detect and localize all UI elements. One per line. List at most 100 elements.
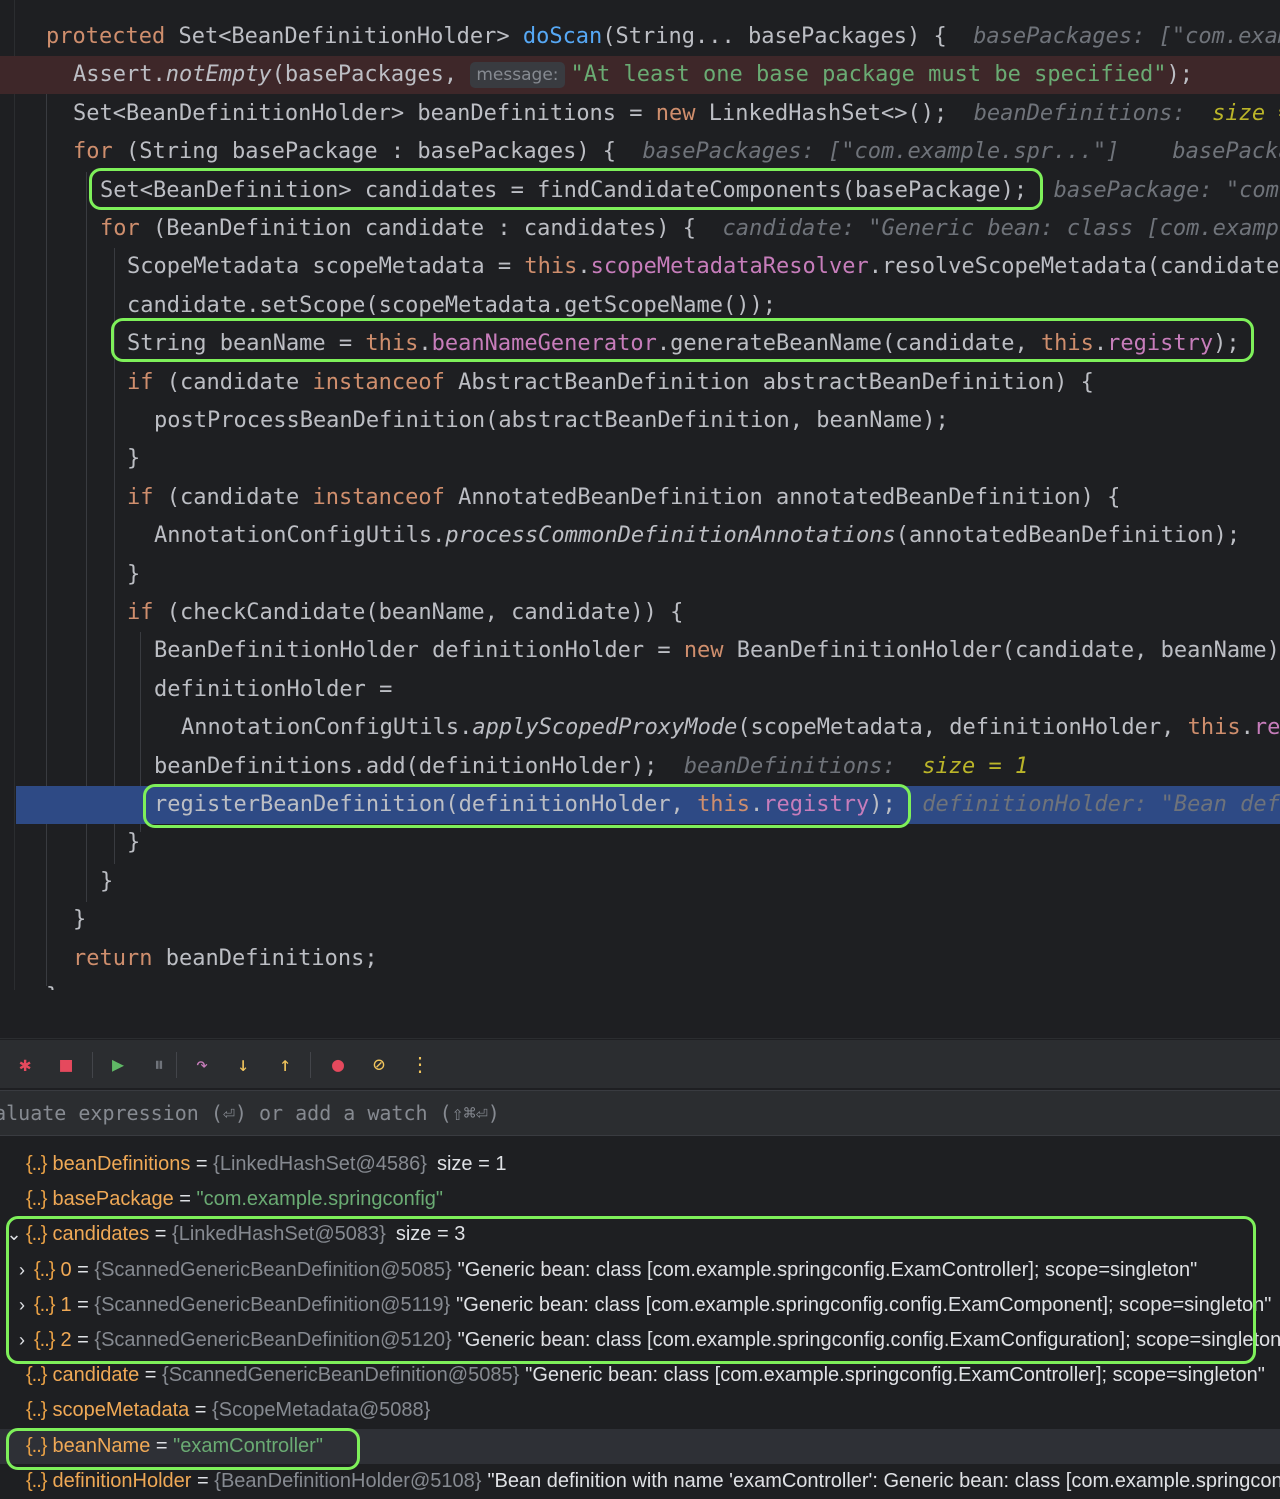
expand-arrow-icon[interactable]: ⌄ xyxy=(2,1217,26,1252)
code-line[interactable]: } xyxy=(0,901,1280,939)
equals-sign: = xyxy=(190,1153,214,1175)
code-line[interactable]: } xyxy=(0,824,1280,862)
code-token: . xyxy=(750,792,764,817)
code-token: ); xyxy=(1213,331,1240,357)
code-line[interactable]: Set<BeanDefinitionHolder> beanDefinition… xyxy=(0,95,1280,133)
inline-debug-value: beanDefinitions: xyxy=(683,753,923,779)
code-line[interactable]: } xyxy=(0,440,1280,478)
code-line[interactable]: BeanDefinitionHolder definitionHolder = … xyxy=(0,632,1280,670)
variable-row[interactable]: › {..} 2 = {ScannedGenericBeanDefinition@5… xyxy=(0,1323,1280,1358)
step-out-icon[interactable]: ↑ xyxy=(270,1049,300,1079)
code-token: } xyxy=(100,868,114,894)
code-token: String beanName = xyxy=(127,331,366,357)
variable-reference: {ScannedGenericBeanDefinition@5119} xyxy=(94,1293,451,1316)
stop-icon[interactable]: ■ xyxy=(51,1049,81,1079)
code-token: Set<BeanDefinitionHolder> xyxy=(178,24,523,49)
field-icon: {..} xyxy=(34,1293,56,1316)
resume-icon[interactable]: ▶ xyxy=(103,1049,133,1079)
evaluate-expression-input[interactable] xyxy=(0,1091,1280,1135)
debug-bug-icon[interactable]: ✱ xyxy=(10,1049,40,1079)
code-line[interactable]: Set<BeanDefinition> candidates = findCan… xyxy=(0,172,1280,210)
code-token: (BeanDefinition candidate : candidates) … xyxy=(152,216,723,241)
variable-size: size = 1 xyxy=(436,1153,507,1175)
equals-sign: = xyxy=(149,1223,173,1246)
variable-name: basePackage xyxy=(52,1188,174,1211)
code-line[interactable]: registerBeanDefinition(definitionHolder,… xyxy=(16,786,1280,824)
variable-row[interactable]: › {..} 1 = {ScannedGenericBeanDefinition@5… xyxy=(0,1288,1280,1323)
code-token: AnnotatedBeanDefinition annotatedBeanDef… xyxy=(458,484,1121,510)
code-line[interactable]: AnnotationConfigUtils.applyScopedProxyMo… xyxy=(0,709,1280,747)
equals-sign: = xyxy=(189,1399,213,1422)
equals-sign: = xyxy=(150,1434,174,1457)
code-line[interactable]: } xyxy=(0,556,1280,594)
mute-breakpoints-icon[interactable]: ⊘ xyxy=(364,1049,394,1079)
code-line[interactable]: protected Set<BeanDefinitionHolder> doSc… xyxy=(0,18,1280,56)
field-icon: {..} xyxy=(26,1223,48,1246)
code-line[interactable]: } xyxy=(0,978,1280,990)
variable-row[interactable]: {..} beanName = "examController" xyxy=(0,1428,1280,1464)
variable-row[interactable]: › {..} 0 = {ScannedGenericBeanDefinition@5… xyxy=(0,1253,1280,1288)
code-line[interactable]: } xyxy=(0,863,1280,901)
code-token: if xyxy=(127,600,167,625)
field-icon: {..} xyxy=(34,1329,56,1351)
code-line[interactable]: Assert.notEmpty(basePackages, message: "A… xyxy=(0,56,1280,95)
expand-arrow-icon[interactable]: › xyxy=(10,1323,34,1358)
code-token: ); xyxy=(869,792,923,817)
code-line[interactable]: if (candidate instanceof AnnotatedBeanDe… xyxy=(0,479,1280,517)
variable-row[interactable]: ⌄ {..} candidates = {LinkedHashSet@5083} si… xyxy=(0,1217,1280,1252)
code-line[interactable]: return beanDefinitions; xyxy=(0,940,1280,978)
code-token: processCommonDefinitionAnnotations xyxy=(445,523,896,549)
code-token: (checkCandidate(beanName, candidate)) { xyxy=(166,600,684,625)
toolbar-separator xyxy=(92,1052,93,1078)
variable-row[interactable]: {..} candidate = {ScannedGenericBeanDefin… xyxy=(0,1358,1280,1393)
code-line[interactable]: if (checkCandidate(beanName, candidate))… xyxy=(0,594,1280,632)
variable-reference: {BeanDefinitionHolder@5108} xyxy=(214,1469,482,1492)
code-token: Assert. xyxy=(73,62,166,88)
code-line[interactable]: candidate.setScope(scopeMetadata.getScop… xyxy=(0,287,1280,325)
variable-value: "com.example.springconfig" xyxy=(196,1188,444,1211)
code-line[interactable]: AnnotationConfigUtils.processCommonDefin… xyxy=(0,517,1280,555)
code-token: this xyxy=(697,792,751,817)
inline-debug-value: candidate: "Generic bean: class [com.exa… xyxy=(722,216,1280,241)
expand-arrow-icon[interactable]: › xyxy=(10,1253,34,1288)
code-line[interactable]: definitionHolder = xyxy=(0,671,1280,709)
view-breakpoints-icon[interactable]: ● xyxy=(323,1049,353,1079)
step-into-icon[interactable]: ↓ xyxy=(228,1049,258,1079)
code-token: Set<BeanDefinitionHolder> beanDefinition… xyxy=(73,100,656,126)
variable-value: "Generic bean: class [com.example.spring… xyxy=(457,1258,1198,1281)
code-token: } xyxy=(73,907,87,933)
equals-sign: = xyxy=(139,1364,163,1387)
code-token: this xyxy=(1187,715,1241,741)
code-line[interactable]: for (BeanDefinition candidate : candidat… xyxy=(0,210,1280,248)
variable-row[interactable]: {..} beanDefinitions = {LinkedHashSet@458… xyxy=(0,1147,1280,1182)
code-line[interactable]: if (candidate instanceof AbstractBeanDef… xyxy=(0,364,1280,402)
field-icon: {..} xyxy=(26,1364,48,1387)
code-editor[interactable]: protected Set<BeanDefinitionHolder> doSc… xyxy=(0,0,1280,990)
step-over-icon[interactable]: ↷ xyxy=(187,1049,217,1079)
variable-row[interactable]: {..} scopeMetadata = {ScopeMetadata@5088} xyxy=(0,1393,1280,1428)
pause-icon[interactable]: ⏸ xyxy=(144,1049,174,1079)
code-token: } xyxy=(127,446,141,472)
code-token: protected xyxy=(46,24,179,49)
inline-debug-value: basePackages: ["com.example.spr..."] bas… xyxy=(642,139,1280,165)
more-options-icon[interactable]: ⋮ xyxy=(405,1049,435,1079)
variable-row[interactable]: {..} basePackage = "com.example.springcon… xyxy=(0,1182,1280,1217)
field-icon: {..} xyxy=(34,1258,56,1281)
code-token: this xyxy=(365,331,419,357)
code-token: beanDefinitions; xyxy=(165,945,378,971)
code-token: beanDefinitions.add(definitionHolder); xyxy=(154,753,684,779)
code-token: new xyxy=(683,638,737,664)
code-token: instanceof xyxy=(312,484,459,510)
code-line[interactable]: for (String basePackage : basePackages) … xyxy=(0,133,1280,171)
code-token: instanceof xyxy=(312,369,459,395)
code-token: BeanDefinitionHolder definitionHolder = xyxy=(154,638,684,664)
code-line[interactable]: postProcessBeanDefinition(abstractBeanDe… xyxy=(0,402,1280,440)
code-token: ); xyxy=(1166,62,1194,88)
code-line[interactable]: beanDefinitions.add(definitionHolder); b… xyxy=(0,748,1280,786)
code-line[interactable]: String beanName = this.beanNameGenerator… xyxy=(0,325,1280,363)
code-token: (String basePackage : basePackages) { xyxy=(125,139,643,165)
code-line[interactable]: ScopeMetadata scopeMetadata = this.scope… xyxy=(0,248,1280,286)
expand-arrow-icon[interactable]: › xyxy=(10,1288,34,1323)
variable-name: definitionHolder xyxy=(52,1469,192,1492)
variable-row[interactable]: {..} definitionHolder = {BeanDefinitionHo… xyxy=(0,1464,1280,1499)
